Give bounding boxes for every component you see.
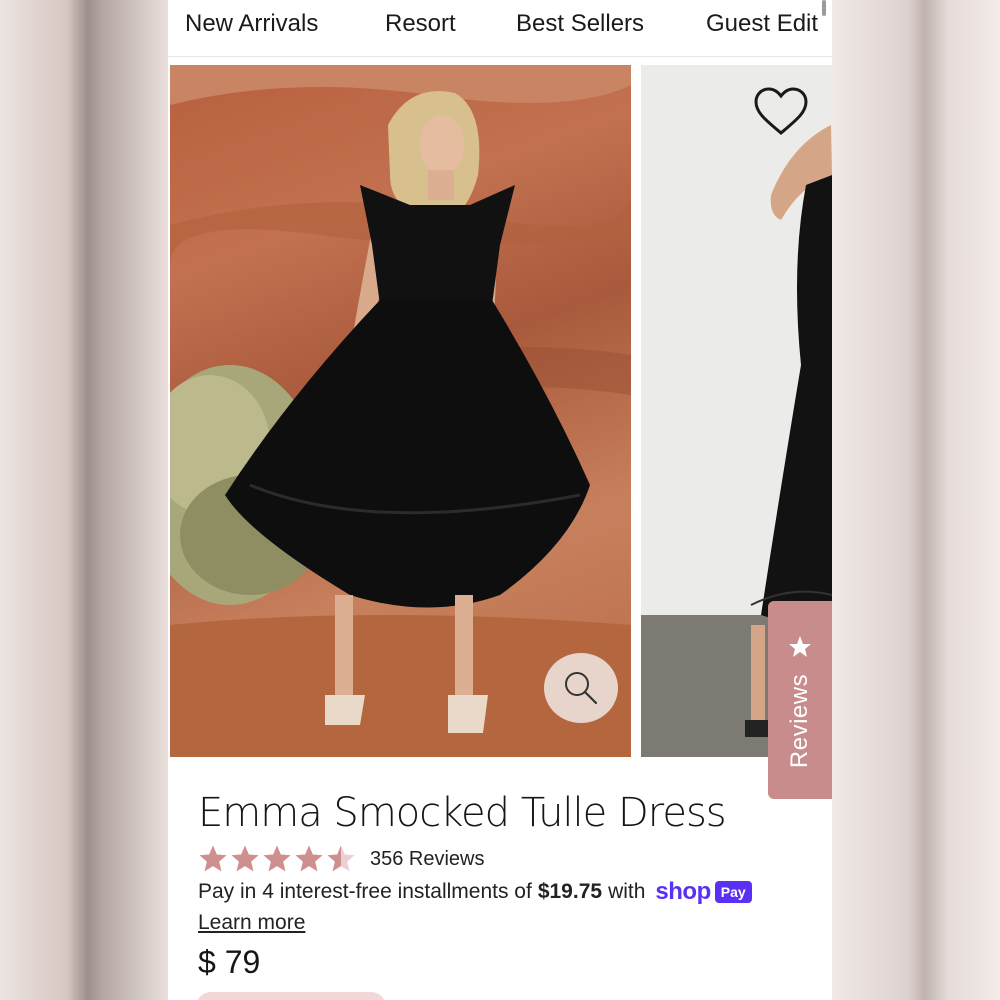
rating-star [231,845,259,872]
reviews-tab[interactable]: Reviews [768,601,832,799]
wishlist-button[interactable] [751,85,811,139]
product-photo-illustration [170,65,631,757]
star-icon [789,636,811,657]
learn-more-link[interactable]: Learn more [198,911,305,935]
nav-best-sellers[interactable]: Best Sellers [516,10,644,38]
zoom-button[interactable] [544,653,618,723]
product-page: New Arrivals Resort Best Sellers Guest E… [168,0,832,1000]
shop-pay-badge: Pay [714,881,752,903]
blurred-backdrop-left [0,0,168,1000]
nav-resort[interactable]: Resort [385,10,456,38]
nav-guest-edit[interactable]: Guest Edit [706,10,818,38]
rating-star [295,845,323,872]
magnifier-icon [565,672,598,705]
scrollbar[interactable] [822,0,826,16]
rating-star [199,845,227,872]
product-image-main[interactable] [170,65,631,757]
shop-pay-logo: shop [655,878,711,905]
rating-star [263,845,291,872]
category-nav: New Arrivals Resort Best Sellers Guest E… [168,0,832,57]
reviews-tab-label: Reviews [786,673,813,769]
review-count[interactable]: 356 Reviews [370,848,485,871]
product-image-carousel[interactable] [168,65,832,757]
heart-icon [754,87,808,135]
product-rating[interactable]: 356 Reviews [198,842,485,876]
installment-prefix: Pay in 4 interest-free installments of [198,880,532,903]
installment-suffix: with [608,880,646,903]
product-title: Emma Smocked Tulle Dress [198,790,727,836]
blurred-backdrop-right [832,0,1000,1000]
installment-amount: $19.75 [537,880,603,903]
installments-message: Pay in 4 interest-free installments of $… [198,878,752,906]
add-to-cart-button[interactable] [196,992,386,1000]
product-price: $ 79 [198,944,261,980]
nav-new-arrivals[interactable]: New Arrivals [185,10,318,38]
rating-star [327,845,355,872]
rating-stars [198,844,356,874]
